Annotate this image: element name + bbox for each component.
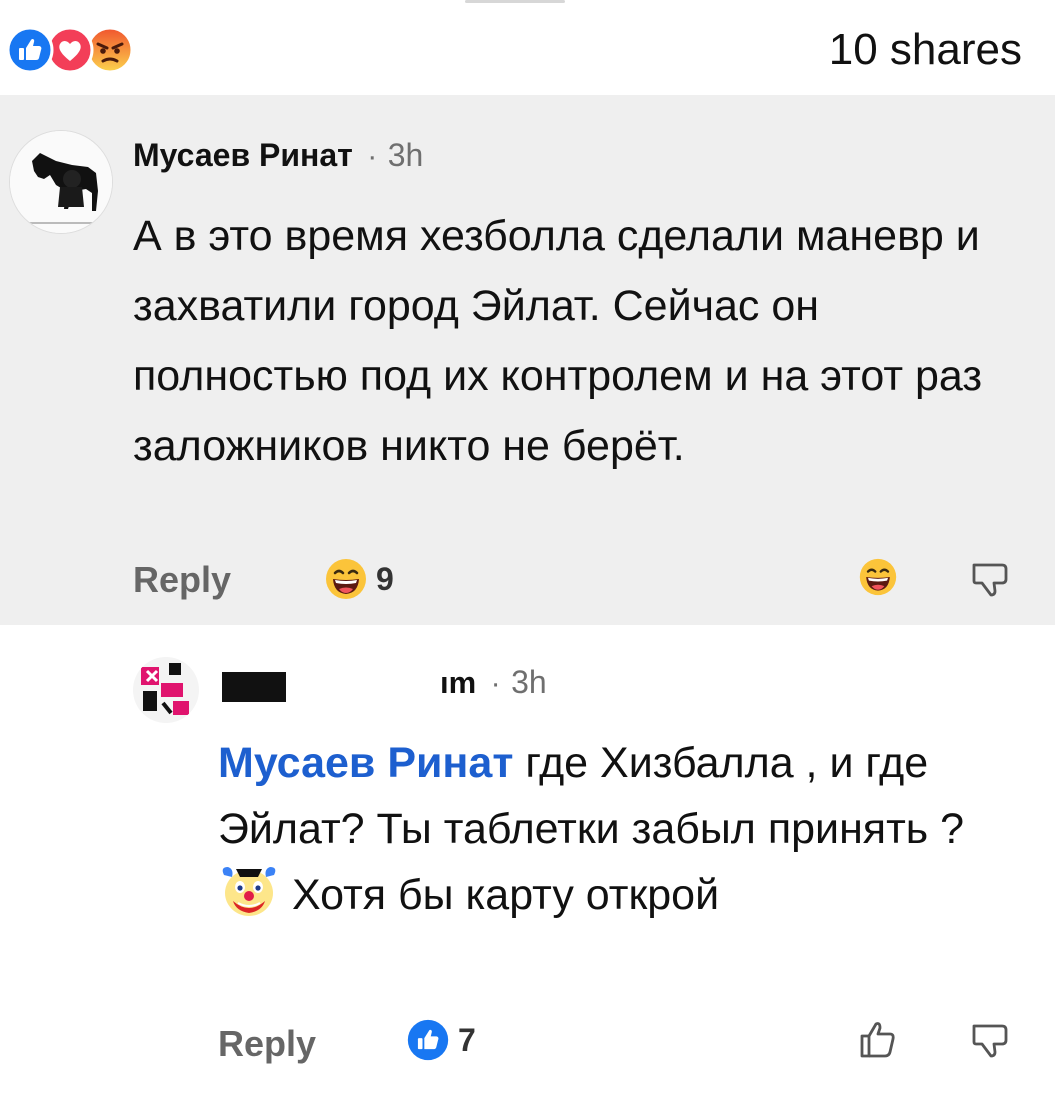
- thumbs-down-icon[interactable]: [968, 1018, 1012, 1062]
- comment-time[interactable]: 3h: [511, 664, 547, 700]
- like-reaction-icon[interactable]: [406, 1018, 450, 1062]
- reaction-summary[interactable]: [6, 26, 136, 74]
- laughing-face-icon[interactable]: [324, 557, 368, 601]
- thumbs-up-icon[interactable]: [856, 1018, 900, 1062]
- avatar[interactable]: [133, 657, 199, 723]
- redacted-author-name: [222, 672, 286, 702]
- pink-pattern-avatar-image: [133, 657, 199, 723]
- separator-dot: ·: [367, 140, 378, 173]
- reply-button[interactable]: Reply: [218, 1023, 316, 1065]
- like-reaction-icon: [6, 26, 54, 74]
- reply-button[interactable]: Reply: [133, 559, 231, 601]
- thumbs-down-icon[interactable]: [968, 557, 1012, 601]
- comment-header: Мусаев Ринат · 3h: [133, 137, 423, 174]
- reaction-count[interactable]: 7: [458, 1022, 476, 1059]
- separator-dot: ·: [490, 667, 501, 700]
- laughing-reaction-button-icon[interactable]: [858, 557, 898, 597]
- reaction-count[interactable]: 9: [376, 561, 394, 598]
- comment-author[interactable]: Мусаев Ринат: [133, 137, 353, 173]
- comment-header: ım · 3h: [440, 664, 547, 701]
- clown-face-icon: [222, 867, 276, 916]
- reply-comment-text: Мусаев Ринат где Хизбалла , и где Эйлат?…: [218, 730, 1028, 928]
- mention-link[interactable]: Мусаев Ринат: [218, 739, 513, 787]
- comment-text-part: Хотя бы карту открой: [280, 871, 720, 919]
- comment-text: А в это время хезболла сделали маневр и …: [133, 212, 983, 470]
- avatar[interactable]: [9, 130, 113, 234]
- post-stats-bar: 10 shares: [0, 0, 1055, 95]
- shares-count[interactable]: 10 shares: [829, 24, 1022, 76]
- drag-handle[interactable]: [465, 0, 565, 3]
- comment-time[interactable]: 3h: [388, 137, 424, 173]
- comment-author-fragment[interactable]: ım: [440, 665, 476, 700]
- horse-rider-avatar-image: [10, 131, 112, 233]
